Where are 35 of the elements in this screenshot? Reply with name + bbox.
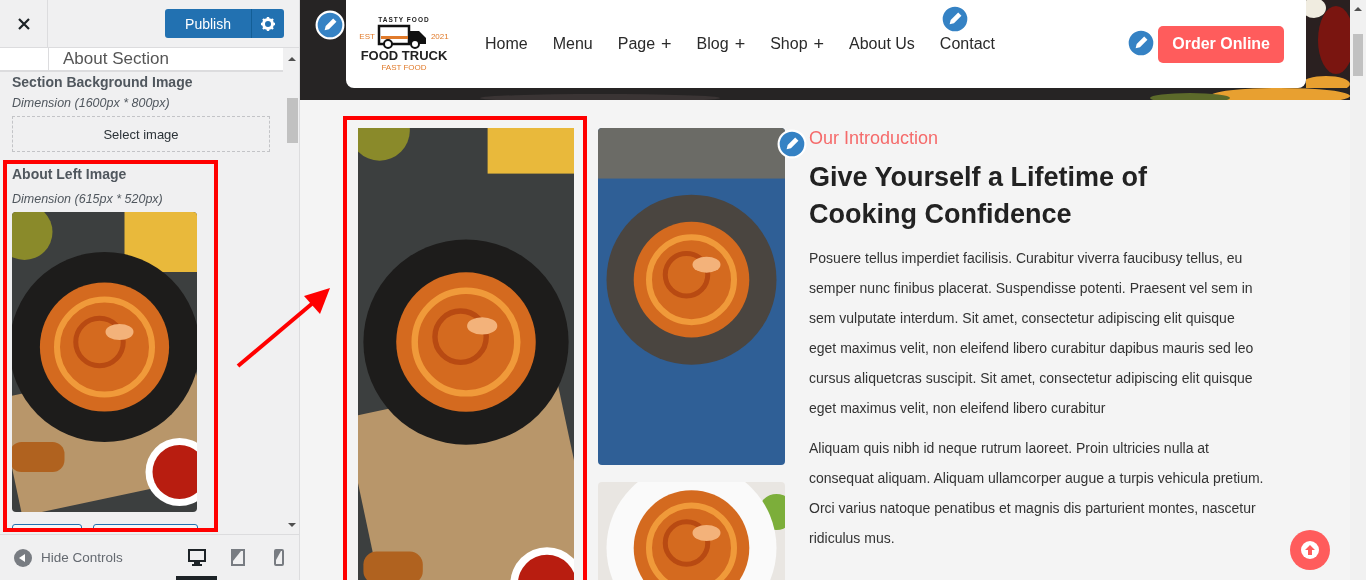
control-label: About Left Image — [12, 166, 128, 182]
scrollbar[interactable] — [1350, 0, 1366, 580]
close-icon — [17, 17, 30, 30]
settings-button[interactable] — [252, 9, 284, 38]
tablet-icon — [230, 548, 245, 566]
edit-icon[interactable] — [315, 10, 345, 40]
control-description: Dimension (1600px * 800px) — [12, 96, 171, 110]
select-image-button[interactable]: Select image — [12, 116, 270, 152]
publish-button[interactable]: Publish — [165, 9, 252, 38]
control-label: Section Background Image — [12, 74, 194, 90]
nav-link[interactable]: Blog + — [696, 33, 746, 55]
paragraph: Aliquam quis nibh id neque rutrum laoreet. Proin ultricies nulla at consequat aliquam. Aliquam ullamcorper augue a turpis vehicula pretium. Orci varius natoque penatibus et magnis dis parturient montes, nascetur ridiculus mus. — [809, 439, 1264, 548]
nav-link[interactable]: About Us — [849, 35, 915, 53]
nav-link[interactable]: Page + — [617, 33, 672, 55]
section-heading: Give Yourself a Lifetime of Cooking Confidence — [809, 161, 1149, 231]
control-description: Dimension (615px * 520px) — [12, 192, 164, 206]
section-subtitle: Our Introduction — [809, 128, 940, 149]
arrow-up-icon[interactable] — [1354, 6, 1362, 12]
desktop-icon — [187, 548, 206, 566]
scrollbar-thumb[interactable] — [286, 98, 298, 143]
nav-link[interactable]: Home — [485, 35, 528, 53]
paragraph: Posuere tellus imperdiet facilisis. Curabitur viverra faucibusy tellus, eu semper nunc finibus placerat. Suspendisse potenti. Praesent vel sem in sem vulputate interdum. Sit amet, consectetur adipiscing elit quisque eget maximus velit, non eleifend libero curabitur dapibus mauris sed leo cursus aliquetcras suscipit. Sit amet, consectetur adipiscing elit quisque eget maximus velit, non eleifend libero curabitur — [809, 249, 1255, 418]
scrollbar-thumb[interactable] — [1353, 34, 1363, 76]
section-title: About Section — [63, 48, 169, 70]
nav-link[interactable]: Menu — [552, 35, 593, 53]
truck-icon — [376, 23, 429, 49]
arrow-up-icon[interactable] — [288, 56, 296, 62]
nav-link[interactable]: Shop + — [770, 33, 825, 55]
settings-icon — [261, 16, 275, 31]
collapse-icon — [14, 548, 32, 567]
hide-controls-button[interactable]: Hide Controls — [0, 535, 137, 580]
phone-icon — [273, 548, 284, 566]
arrow-down-icon[interactable] — [288, 522, 296, 528]
nav-link[interactable]: Contact — [939, 35, 995, 53]
arrow-up-icon — [1300, 540, 1320, 560]
